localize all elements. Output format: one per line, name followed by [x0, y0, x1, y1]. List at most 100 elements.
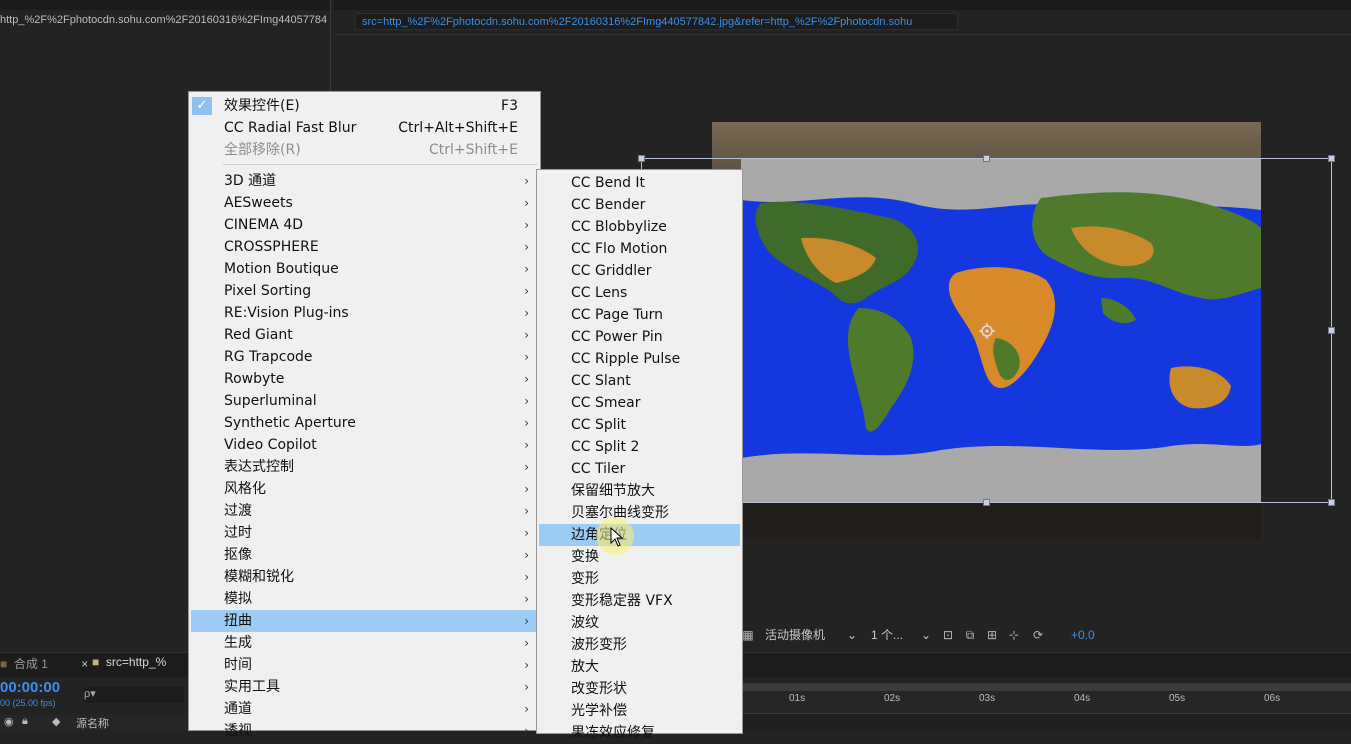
menu-item-category[interactable]: Motion Boutique ›: [191, 258, 538, 280]
menu-item-label: Synthetic Aperture: [224, 415, 356, 431]
menu-item-category[interactable]: 风格化 ›: [191, 478, 538, 500]
submenu-item[interactable]: CC Ripple Pulse: [539, 348, 740, 370]
menu-item-category[interactable]: 抠像 ›: [191, 544, 538, 566]
menu-item-category[interactable]: 过渡 ›: [191, 500, 538, 522]
submenu-item[interactable]: CC Tiler: [539, 458, 740, 480]
transform-handle-top[interactable]: [983, 155, 990, 162]
menu-item-category[interactable]: 扭曲 ›: [191, 610, 538, 632]
menu-item-category[interactable]: Rowbyte ›: [191, 368, 538, 390]
ruler-tick-label: 04s: [1074, 693, 1091, 704]
menu-item-category[interactable]: 时间 ›: [191, 654, 538, 676]
submenu-item[interactable]: 光学补偿: [539, 700, 740, 722]
chevron-right-icon: ›: [524, 306, 529, 320]
menu-item-top-0[interactable]: ✓ 效果控件(E) F3: [191, 95, 538, 117]
submenu-item[interactable]: 变换: [539, 546, 740, 568]
eye-icon[interactable]: ◉: [4, 715, 14, 728]
menu-item-category[interactable]: 表达式控制 ›: [191, 456, 538, 478]
menu-item-category[interactable]: 3D 通道 ›: [191, 170, 538, 192]
submenu-item[interactable]: CC Page Turn: [539, 304, 740, 326]
menu-item-category[interactable]: 生成 ›: [191, 632, 538, 654]
submenu-item[interactable]: CC Slant: [539, 370, 740, 392]
chevron-right-icon: ›: [524, 262, 529, 276]
submenu-item[interactable]: 保留细节放大: [539, 480, 740, 502]
reset-exposure-icon[interactable]: ⟳: [1031, 628, 1045, 642]
menu-item-shortcut: F3: [501, 98, 518, 114]
fast-preview-icon[interactable]: ⧉: [963, 628, 977, 642]
menu-item-category[interactable]: Red Giant ›: [191, 324, 538, 346]
menu-item-category[interactable]: RE:Vision Plug-ins ›: [191, 302, 538, 324]
menu-item-top-1[interactable]: CC Radial Fast Blur Ctrl+Alt+Shift+E: [191, 117, 538, 139]
menu-item-label: 3D 通道: [224, 173, 277, 189]
submenu-item[interactable]: 变形: [539, 568, 740, 590]
menu-item-category[interactable]: Superluminal ›: [191, 390, 538, 412]
submenu-item[interactable]: 变形稳定器 VFX: [539, 590, 740, 612]
submenu-item[interactable]: 波纹: [539, 612, 740, 634]
timeline-track-area[interactable]: [741, 713, 1351, 731]
menu-item-category[interactable]: 通道 ›: [191, 698, 538, 720]
submenu-item[interactable]: CC Blobbylize: [539, 216, 740, 238]
submenu-item[interactable]: 贝塞尔曲线变形: [539, 502, 740, 524]
menu-item-category[interactable]: Video Copilot ›: [191, 434, 538, 456]
view-layout-select[interactable]: 1 个... ⌄: [871, 627, 933, 643]
menu-item-category[interactable]: 透视 ›: [191, 720, 538, 742]
camera-select[interactable]: 活动摄像机 ⌄: [765, 627, 861, 643]
menu-item-category[interactable]: RG Trapcode ›: [191, 346, 538, 368]
comp-icon: ■: [92, 655, 100, 669]
lock-icon[interactable]: 🔒︎: [22, 715, 28, 728]
pixel-aspect-icon[interactable]: ⊡: [941, 628, 955, 642]
exposure-value[interactable]: +0.0: [1071, 627, 1095, 643]
transform-handle-bottom-right[interactable]: [1328, 499, 1335, 506]
menu-item-category[interactable]: CINEMA 4D ›: [191, 214, 538, 236]
menu-item-category[interactable]: 模拟 ›: [191, 588, 538, 610]
submenu-item[interactable]: CC Smear: [539, 392, 740, 414]
submenu-item[interactable]: CC Power Pin: [539, 326, 740, 348]
tab-comp-1[interactable]: ■ 合成 1 ×: [0, 655, 88, 673]
submenu-item-label: 光学补偿: [571, 703, 627, 719]
chevron-right-icon: ›: [524, 350, 529, 364]
menu-item-category[interactable]: AESweets ›: [191, 192, 538, 214]
menu-item-label: CINEMA 4D: [224, 217, 304, 233]
timeline-search-input[interactable]: ρ▾: [84, 687, 184, 703]
menu-item-category[interactable]: CROSSPHERE ›: [191, 236, 538, 258]
chevron-right-icon: ›: [524, 196, 529, 210]
chevron-right-icon: ›: [524, 636, 529, 650]
menu-item-category[interactable]: 过时 ›: [191, 522, 538, 544]
menu-item-category[interactable]: Pixel Sorting ›: [191, 280, 538, 302]
menu-item-category[interactable]: 实用工具 ›: [191, 676, 538, 698]
source-name-header[interactable]: 源名称: [76, 715, 109, 731]
tab-src-comp[interactable]: ■ src=http_%: [92, 655, 166, 673]
current-timecode[interactable]: 00:00:00: [0, 679, 60, 696]
submenu-item[interactable]: 边角定位: [539, 524, 740, 546]
submenu-item[interactable]: 波形变形: [539, 634, 740, 656]
project-panel-tab-strip: [0, 0, 330, 10]
menu-item-category[interactable]: 模糊和锐化 ›: [191, 566, 538, 588]
submenu-item[interactable]: 改变形状: [539, 678, 740, 700]
submenu-item[interactable]: CC Bend It: [539, 172, 740, 194]
ruler-tick-label: 05s: [1169, 693, 1186, 704]
transform-handle-bottom[interactable]: [983, 499, 990, 506]
composition-breadcrumb[interactable]: src=http_%2F%2Fphotocdn.sohu.com%2F20160…: [355, 13, 958, 30]
submenu-item[interactable]: CC Split 2: [539, 436, 740, 458]
submenu-item[interactable]: CC Bender: [539, 194, 740, 216]
transform-handle-right[interactable]: [1328, 327, 1335, 334]
submenu-item[interactable]: CC Split: [539, 414, 740, 436]
close-icon[interactable]: ×: [81, 657, 88, 671]
chevron-right-icon: ›: [524, 328, 529, 342]
submenu-item[interactable]: CC Griddler: [539, 260, 740, 282]
label-tag-icon[interactable]: ◆: [52, 715, 60, 728]
chevron-right-icon: ›: [524, 174, 529, 188]
transform-handle-top-right[interactable]: [1328, 155, 1335, 162]
menu-item-label: RE:Vision Plug-ins: [224, 305, 349, 321]
menu-item-category[interactable]: Synthetic Aperture ›: [191, 412, 538, 434]
submenu-item[interactable]: 果冻效应修复: [539, 722, 740, 744]
submenu-item[interactable]: CC Flo Motion: [539, 238, 740, 260]
anchor-point-icon[interactable]: [979, 323, 995, 339]
submenu-item[interactable]: 放大: [539, 656, 740, 678]
grid-icon[interactable]: ▦: [741, 628, 755, 642]
search-icon: ρ▾: [84, 688, 96, 700]
flowchart-icon[interactable]: ⊹: [1007, 628, 1021, 642]
submenu-item[interactable]: CC Lens: [539, 282, 740, 304]
submenu-item-label: CC Bend It: [571, 175, 646, 191]
snapshot-icon[interactable]: ⊞: [985, 628, 999, 642]
transform-handle-top-left[interactable]: [638, 155, 645, 162]
